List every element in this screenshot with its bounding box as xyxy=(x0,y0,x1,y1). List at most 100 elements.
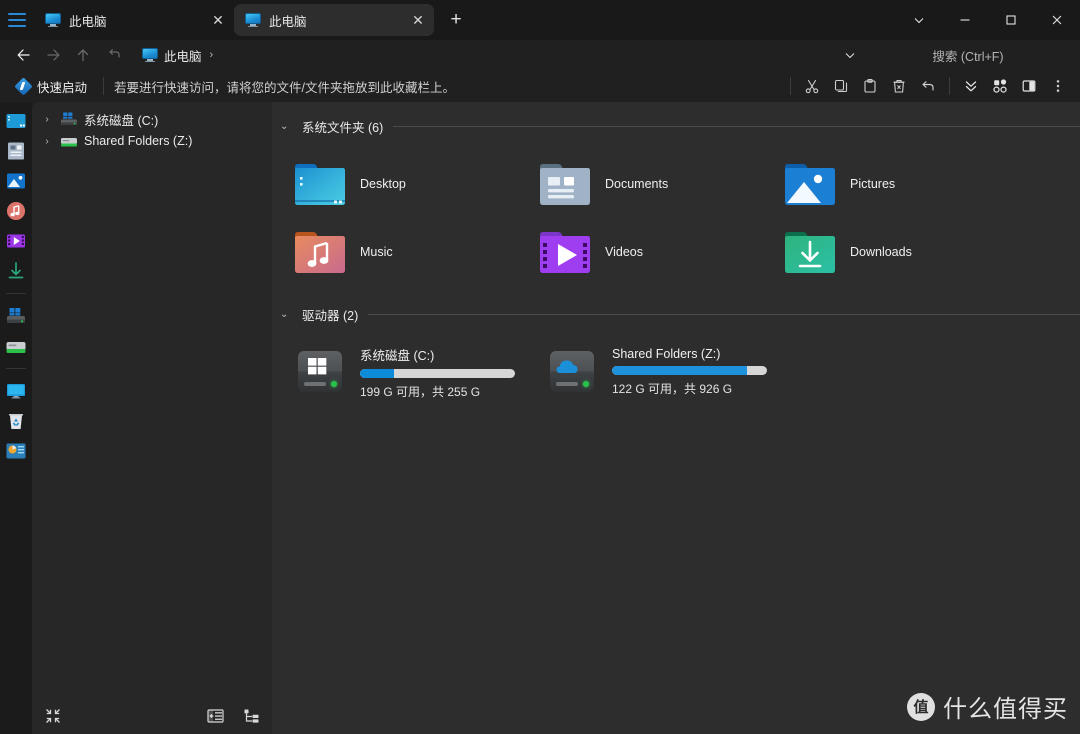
refresh-button[interactable] xyxy=(98,42,128,68)
folder-item-downloads[interactable]: Downloads xyxy=(782,218,1027,286)
minimize-button[interactable] xyxy=(942,0,988,40)
system-drive-icon xyxy=(61,112,77,125)
cloud-drive-icon xyxy=(546,349,598,393)
address-right-group: 搜索 (Ctrl+F) xyxy=(836,42,1080,68)
tab-strip: 此电脑 ✕ 此电脑 ✕ + xyxy=(34,0,470,40)
downloads-icon[interactable] xyxy=(5,260,27,282)
maximize-button[interactable] xyxy=(988,0,1034,40)
quick-launch-label: 快速启动 xyxy=(37,80,88,95)
drives-grid: 系统磁盘 (C:) 199 G 可用，共 255 G Shared Folder… xyxy=(292,338,1080,404)
folder-label: Desktop xyxy=(360,177,406,191)
drive-item-system-disk[interactable]: 系统磁盘 (C:) 199 G 可用，共 255 G xyxy=(292,338,544,404)
tree-status-bar xyxy=(32,698,272,734)
folder-item-videos[interactable]: Videos xyxy=(537,218,782,286)
main-body: › 系统磁盘 (C:) › Shared Folders (Z:) ⌄ 系统文件… xyxy=(0,102,1080,734)
back-button[interactable] xyxy=(8,42,38,68)
section-divider xyxy=(393,125,1080,127)
rail-divider xyxy=(6,293,26,294)
breadcrumb-item-this-pc[interactable]: 此电脑 xyxy=(164,46,202,65)
toolbar-actions xyxy=(784,72,1080,100)
paste-icon[interactable] xyxy=(856,72,884,100)
copy-icon[interactable] xyxy=(827,72,855,100)
navigation-tree-panel: › 系统磁盘 (C:) › Shared Folders (Z:) xyxy=(32,102,272,734)
tree-item-label: Shared Folders (Z:) xyxy=(84,134,193,148)
tree-item-system-drive[interactable]: › 系统磁盘 (C:) xyxy=(32,108,272,130)
breadcrumb[interactable]: 此电脑 › xyxy=(136,42,219,68)
undo-icon[interactable] xyxy=(914,72,942,100)
this-pc-icon[interactable] xyxy=(5,380,27,402)
tree-list: › 系统磁盘 (C:) › Shared Folders (Z:) xyxy=(32,108,272,698)
drive-info: 系统磁盘 (C:) 199 G 可用，共 255 G xyxy=(360,343,544,400)
close-button[interactable] xyxy=(1034,0,1080,40)
delete-icon[interactable] xyxy=(885,72,913,100)
drive-name: Shared Folders (Z:) xyxy=(612,347,721,361)
view-grid-icon[interactable] xyxy=(986,72,1014,100)
quick-launch-icon xyxy=(14,76,33,96)
more-options-icon[interactable] xyxy=(1044,72,1072,100)
folder-label: Pictures xyxy=(850,177,896,191)
tab-this-pc-1[interactable]: 此电脑 ✕ xyxy=(34,4,234,36)
network-icon[interactable] xyxy=(5,440,27,462)
documents-icon[interactable] xyxy=(5,140,27,162)
windows-drive-icon xyxy=(294,349,346,393)
drive-name: 系统磁盘 (C:) xyxy=(360,348,435,363)
window-chevron-icon[interactable] xyxy=(896,0,942,40)
videos-icon[interactable] xyxy=(5,230,27,252)
music-icon[interactable] xyxy=(5,200,27,222)
recycle-bin-icon[interactable] xyxy=(5,410,27,432)
pictures-icon[interactable] xyxy=(5,170,27,192)
system-drive-icon[interactable] xyxy=(5,305,27,327)
desktop-folder-icon xyxy=(294,162,346,206)
search-input[interactable]: 搜索 (Ctrl+F) xyxy=(868,42,1068,68)
new-tab-button[interactable]: + xyxy=(442,6,470,34)
tree-view-icon[interactable] xyxy=(240,705,262,727)
videos-folder-icon xyxy=(539,230,591,274)
shared-drive-icon[interactable] xyxy=(5,335,27,357)
tree-item-shared-folders[interactable]: › Shared Folders (Z:) xyxy=(32,130,272,152)
watermark: 值 什么值得买 xyxy=(907,689,1068,724)
forward-button[interactable] xyxy=(38,42,68,68)
system-folders-grid: Desktop Documents Pictures Music Videos … xyxy=(292,150,1080,286)
quickbar-divider xyxy=(103,77,105,95)
quick-launch-button[interactable]: 快速启动 xyxy=(8,73,95,99)
tab-this-pc-2[interactable]: 此电脑 ✕ xyxy=(234,4,434,36)
chevron-down-icon[interactable]: ⌄ xyxy=(280,309,292,320)
folder-item-documents[interactable]: Documents xyxy=(537,150,782,218)
details-view-icon[interactable] xyxy=(204,705,226,727)
folder-item-music[interactable]: Music xyxy=(292,218,537,286)
folder-label: Music xyxy=(360,245,393,259)
tab-close-button[interactable]: ✕ xyxy=(408,10,428,30)
drive-usage-bar xyxy=(360,368,515,378)
chevron-right-icon[interactable]: › xyxy=(40,114,54,125)
section-title: 驱动器 (2) xyxy=(302,308,359,323)
folder-item-pictures[interactable]: Pictures xyxy=(782,150,1027,218)
up-button[interactable] xyxy=(68,42,98,68)
chevron-double-down-icon[interactable] xyxy=(957,72,985,100)
folder-item-desktop[interactable]: Desktop xyxy=(292,150,537,218)
toolbar-divider xyxy=(790,77,791,95)
drive-item-shared-folders[interactable]: Shared Folders (Z:) 122 G 可用，共 926 G xyxy=(544,338,796,404)
drive-info: Shared Folders (Z:) 122 G 可用，共 926 G xyxy=(612,345,796,397)
history-dropdown-icon[interactable] xyxy=(836,42,864,68)
downloads-folder-icon xyxy=(784,230,836,274)
collapse-all-icon[interactable] xyxy=(42,705,64,727)
icon-rail xyxy=(0,102,32,734)
quick-access-bar: 快速启动 若要进行快速访问，请将您的文件/文件夹拖放到此收藏栏上。 xyxy=(0,70,1080,102)
section-header-system-folders: ⌄ 系统文件夹 (6) xyxy=(280,116,1080,136)
window-controls xyxy=(896,0,1080,40)
desktop-icon[interactable] xyxy=(5,110,27,132)
chevron-down-icon[interactable]: ⌄ xyxy=(280,121,292,132)
preview-pane-icon[interactable] xyxy=(1015,72,1043,100)
menu-hamburger-icon[interactable] xyxy=(6,0,28,40)
documents-folder-icon xyxy=(539,162,591,206)
monitor-icon xyxy=(142,48,158,62)
address-bar: 此电脑 › 搜索 (Ctrl+F) xyxy=(0,40,1080,70)
chevron-right-icon[interactable]: › xyxy=(40,136,54,147)
folder-label: Downloads xyxy=(850,245,912,259)
tab-label: 此电脑 xyxy=(269,14,307,29)
title-bar: 此电脑 ✕ 此电脑 ✕ + xyxy=(0,0,1080,40)
file-explorer-window: 此电脑 ✕ 此电脑 ✕ + 此电脑 › 搜索 (Ctrl+F) 快速启动 若要进… xyxy=(0,0,1080,734)
tab-close-button[interactable]: ✕ xyxy=(208,10,228,30)
cut-icon[interactable] xyxy=(798,72,826,100)
folder-label: Documents xyxy=(605,177,669,191)
